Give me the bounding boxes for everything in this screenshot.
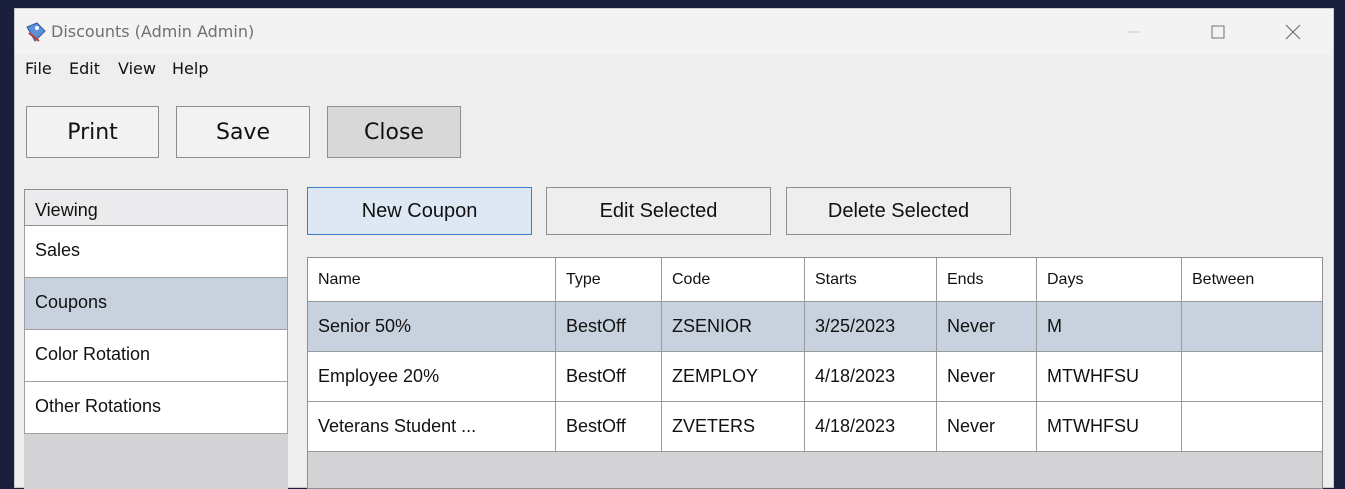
minimize-button[interactable] (1111, 17, 1157, 47)
title-bar: Discounts (Admin Admin) (15, 9, 1333, 55)
menu-bar: File Edit View Help (15, 55, 1333, 83)
sidebar-item-other-rotations[interactable]: Other Rotations (24, 382, 288, 434)
cell-between (1182, 352, 1322, 402)
column-header-starts[interactable]: Starts (805, 258, 937, 302)
sidebar-item-color-rotation[interactable]: Color Rotation (24, 330, 288, 382)
cell-code: ZSENIOR (662, 302, 805, 352)
table-row[interactable]: Senior 50% BestOff ZSENIOR 3/25/2023 Nev… (308, 302, 1322, 352)
close-window-button[interactable] (1270, 17, 1316, 47)
cell-name: Employee 20% (308, 352, 556, 402)
new-coupon-button[interactable]: New Coupon (307, 187, 532, 235)
app-icon (25, 21, 47, 43)
cell-code: ZEMPLOY (662, 352, 805, 402)
cell-days: MTWHFSU (1037, 402, 1182, 452)
print-button[interactable]: Print (26, 106, 159, 158)
cell-name: Senior 50% (308, 302, 556, 352)
column-header-name[interactable]: Name (308, 258, 556, 302)
column-header-ends[interactable]: Ends (937, 258, 1037, 302)
table-header: Name Type Code Starts Ends Days Between (308, 258, 1322, 302)
column-header-days[interactable]: Days (1037, 258, 1182, 302)
column-header-code[interactable]: Code (662, 258, 805, 302)
menu-view[interactable]: View (118, 59, 156, 78)
sidebar-item-sales[interactable]: Sales (24, 226, 288, 278)
cell-between (1182, 302, 1322, 352)
delete-selected-button[interactable]: Delete Selected (786, 187, 1011, 235)
window-title: Discounts (Admin Admin) (51, 22, 255, 41)
menu-help[interactable]: Help (172, 59, 208, 78)
edit-selected-button[interactable]: Edit Selected (546, 187, 771, 235)
cell-ends: Never (937, 352, 1037, 402)
sidebar-header: Viewing (24, 189, 288, 226)
column-header-between[interactable]: Between (1182, 258, 1322, 302)
sidebar-item-coupons[interactable]: Coupons (24, 278, 288, 330)
cell-starts: 4/18/2023 (805, 352, 937, 402)
coupons-table: Name Type Code Starts Ends Days Between … (307, 257, 1323, 489)
cell-starts: 4/18/2023 (805, 402, 937, 452)
cell-days: MTWHFSU (1037, 352, 1182, 402)
cell-between (1182, 402, 1322, 452)
table-row[interactable]: Employee 20% BestOff ZEMPLOY 4/18/2023 N… (308, 352, 1322, 402)
viewing-sidebar: Viewing Sales Coupons Color Rotation Oth… (24, 189, 288, 489)
menu-file[interactable]: File (25, 59, 52, 78)
save-button[interactable]: Save (176, 106, 310, 158)
maximize-button[interactable] (1195, 17, 1241, 47)
table-row[interactable]: Veterans Student ... BestOff ZVETERS 4/1… (308, 402, 1322, 452)
cell-name: Veterans Student ... (308, 402, 556, 452)
cell-type: BestOff (556, 352, 662, 402)
close-button[interactable]: Close (327, 106, 461, 158)
discounts-window: Discounts (Admin Admin) File Edit View H… (14, 8, 1334, 489)
cell-starts: 3/25/2023 (805, 302, 937, 352)
menu-edit[interactable]: Edit (69, 59, 100, 78)
cell-ends: Never (937, 402, 1037, 452)
cell-days: M (1037, 302, 1182, 352)
cell-code: ZVETERS (662, 402, 805, 452)
column-header-type[interactable]: Type (556, 258, 662, 302)
cell-type: BestOff (556, 302, 662, 352)
cell-type: BestOff (556, 402, 662, 452)
cell-ends: Never (937, 302, 1037, 352)
